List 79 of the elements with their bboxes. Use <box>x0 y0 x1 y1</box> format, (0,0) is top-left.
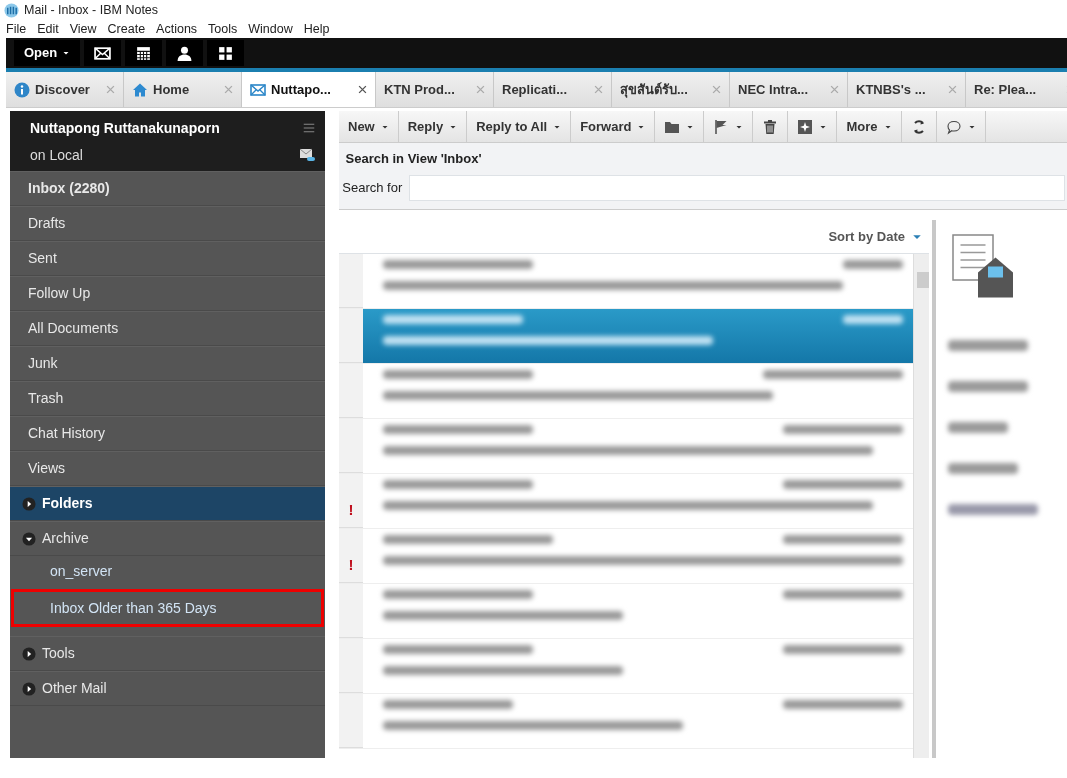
blurred-text <box>843 260 903 269</box>
menu-item[interactable]: Tools <box>208 20 238 38</box>
launcher-button[interactable] <box>125 40 163 66</box>
sidebar-item[interactable]: Chat History <box>10 416 325 451</box>
caret-icon <box>62 49 71 57</box>
menu-item[interactable]: Help <box>303 20 330 38</box>
blurred-text <box>948 422 1008 433</box>
importance-mark: ! <box>348 499 354 520</box>
toolbar-button[interactable]: Reply to All <box>467 111 572 142</box>
message-row[interactable] <box>339 254 913 309</box>
location-label: on Local <box>30 145 83 165</box>
menu-item[interactable]: Actions <box>156 20 198 38</box>
sidebar-item[interactable]: Other Mail <box>10 671 325 706</box>
toolbar-button[interactable]: More <box>837 111 902 142</box>
folder-item[interactable]: Inbox Older than 365 Days <box>10 588 325 628</box>
tab[interactable]: KTNBS's ... <box>848 72 966 107</box>
sidebar-item[interactable]: Folders <box>10 486 325 521</box>
account-name: Nuttapong Ruttanakunaporn <box>30 118 220 138</box>
message-row[interactable]: ! <box>339 474 913 529</box>
menu-item[interactable]: Window <box>248 20 293 38</box>
person-icon <box>176 44 194 62</box>
close-icon[interactable] <box>358 85 367 94</box>
menu-item[interactable]: Create <box>107 20 146 38</box>
open-button[interactable]: Open <box>14 40 81 66</box>
tab[interactable]: KTN Prod... <box>376 72 494 107</box>
tab[interactable]: NEC Intra... <box>730 72 848 107</box>
mail-status-icon <box>299 147 315 163</box>
menu-icon[interactable] <box>303 122 315 134</box>
search-label: Search for <box>342 179 403 198</box>
tab[interactable]: Re: Plea... <box>966 72 1067 107</box>
sidebar-item[interactable]: Tools <box>10 636 325 671</box>
sidebar-item[interactable]: Sent <box>10 241 325 276</box>
mail-icon <box>94 44 112 62</box>
message-row[interactable] <box>339 364 913 419</box>
sidebar-item[interactable]: Inbox (2280) <box>10 171 325 206</box>
launcher-button[interactable] <box>207 40 245 66</box>
sidebar-item[interactable]: Follow Up <box>10 276 325 311</box>
home-icon <box>132 81 148 98</box>
tab[interactable]: Replicati... <box>494 72 612 107</box>
message-row[interactable]: ! <box>339 529 913 584</box>
tab[interactable]: Discover <box>6 72 124 107</box>
blurred-text <box>843 315 903 324</box>
menu-item[interactable]: View <box>69 20 97 38</box>
info-icon <box>14 81 30 98</box>
sidebar-item[interactable]: Views <box>10 451 325 486</box>
tab[interactable]: Home <box>124 72 242 107</box>
launcher-button[interactable] <box>84 40 122 66</box>
tab[interactable]: Nuttapo... <box>242 72 376 107</box>
importance-mark: ! <box>348 554 354 575</box>
menu-item[interactable]: Edit <box>37 20 59 38</box>
message-row[interactable] <box>339 584 913 639</box>
sidebar-item[interactable]: All Documents <box>10 311 325 346</box>
window-title: Mail - Inbox - IBM Notes <box>24 1 159 19</box>
sidebar-item[interactable]: Junk <box>10 346 325 381</box>
grid-icon <box>217 44 235 62</box>
toolbar-button[interactable]: Forward <box>571 111 656 142</box>
message-row[interactable] <box>339 694 913 749</box>
trash-icon <box>762 118 779 135</box>
message-row[interactable] <box>339 309 913 364</box>
calendar-icon <box>135 44 153 62</box>
app-logo-icon <box>4 2 19 18</box>
sidebar-item[interactable]: Trash <box>10 381 325 416</box>
toolbar-button[interactable]: Reply <box>398 111 468 142</box>
search-title: Search in View 'Inbox' <box>345 150 483 168</box>
message-row[interactable] <box>339 419 913 474</box>
scrollbar[interactable] <box>913 254 929 758</box>
tab[interactable]: สุขสันต์รับ... <box>612 72 730 107</box>
message-row[interactable] <box>339 639 913 694</box>
blurred-text <box>948 463 1018 474</box>
sidebar-item[interactable]: Drafts <box>10 206 325 241</box>
folder-item[interactable]: on_server <box>10 556 325 586</box>
chat-bubble-icon <box>945 118 962 135</box>
toolbar-button[interactable]: New <box>339 111 399 142</box>
menu-item[interactable]: File <box>6 20 27 38</box>
search-field[interactable] <box>408 175 1065 201</box>
mail-icon <box>250 81 266 98</box>
sort-button[interactable]: Sort by Date <box>827 225 923 248</box>
launcher-button[interactable] <box>166 40 204 66</box>
sidebar-item[interactable]: Archive <box>10 521 325 556</box>
